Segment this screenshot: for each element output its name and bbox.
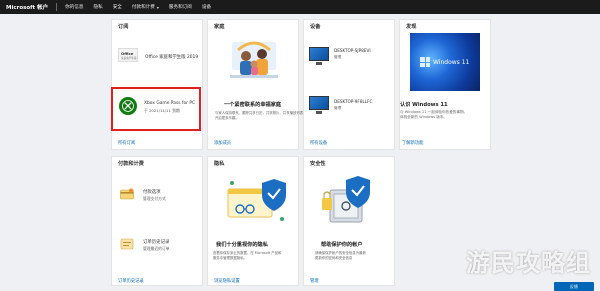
manage-security-link[interactable]: 管理	[310, 278, 319, 284]
payment-options-title[interactable]: 付款选项	[143, 189, 161, 195]
privacy-illustration	[227, 179, 286, 221]
learn-new-features-link[interactable]: 了解新功能	[402, 140, 423, 146]
windows11-banner[interactable]: Windows 11	[410, 33, 480, 91]
top-nav-bar: Microsoft 帐户 你的信息 隐私 安全 付款和计费 ▾ 服务和订阅 设备	[0, 0, 600, 14]
family-illustration	[230, 41, 278, 78]
order-history-sub: 管理最近的订单	[143, 246, 170, 251]
devices-card: 设备	[303, 19, 395, 150]
windows-logo-icon	[420, 57, 430, 67]
site-watermark: 游民攻略组	[466, 249, 591, 277]
all-devices-link[interactable]: 所有设备	[310, 140, 327, 146]
office-subscription-name[interactable]: Office 家庭和学生版 2019	[145, 54, 198, 60]
add-member-link[interactable]: 添加成员	[214, 140, 231, 146]
security-illustration	[322, 176, 370, 223]
nav-services-subscriptions[interactable]: 服务和订阅	[169, 4, 192, 10]
card-title: 订阅	[118, 24, 129, 30]
chevron-down-icon: ▾	[156, 4, 159, 10]
credit-card-icon	[120, 188, 134, 200]
card-title: 家庭	[214, 24, 225, 30]
order-history-title[interactable]: 订单历史记录	[143, 239, 169, 245]
nav-your-info[interactable]: 你的信息	[65, 4, 83, 10]
order-history-link[interactable]: 订单历史记录	[118, 278, 144, 284]
feedback-button[interactable]: 反馈	[554, 282, 594, 291]
nav-devices[interactable]: 设备	[202, 4, 211, 10]
windows11-banner-text: Windows 11	[433, 59, 470, 66]
nav-separator	[56, 3, 58, 11]
family-description-line2: 开启更多乐趣。	[215, 116, 239, 120]
nav-payment-billing-label: 付款和计费	[131, 5, 155, 10]
privacy-description-line2: 服务中管理数据隐私。	[213, 256, 247, 260]
monitor-stand	[316, 62, 322, 65]
nav-privacy[interactable]: 隐私	[94, 4, 103, 10]
xbox-subscription-status: 于 2021/11/11 到期	[144, 108, 180, 113]
office-thumb-sub: 家庭和学生版	[121, 57, 137, 60]
device-name[interactable]: DESKTOP-SJP8EVI	[334, 48, 371, 53]
nav-payment-billing[interactable]: 付款和计费 ▾	[131, 4, 159, 11]
card-title: 安全性	[310, 161, 326, 167]
card-title: 发现	[406, 24, 417, 30]
privacy-settings-link[interactable]: 浏览隐私设置	[214, 278, 240, 284]
card-title: 付款和计费	[118, 161, 144, 167]
discover-heading: 认识 Windows 11	[400, 102, 448, 108]
security-heading: 帮助保护你的帐户	[321, 242, 363, 248]
device-manage-link[interactable]: 管理	[334, 106, 341, 111]
device-manage-link[interactable]: 管理	[334, 55, 341, 60]
feedback-label: 反馈	[570, 283, 578, 289]
security-description-line2: 更新你的密码和安全信息	[315, 256, 353, 260]
card-title: 设备	[310, 24, 321, 30]
payment-billing-card: 付款和计费	[111, 156, 203, 286]
xbox-icon	[119, 97, 137, 115]
nav-security[interactable]: 安全	[113, 4, 122, 10]
xbox-glyph	[122, 100, 134, 112]
desktop-monitor-icon	[309, 47, 329, 61]
all-subscriptions-link[interactable]: 所有订阅	[118, 140, 135, 146]
monitor-stand	[316, 111, 322, 114]
device-name[interactable]: DESKTOP-9F8LLFC	[334, 99, 372, 104]
office-product-thumbnail: Office 家庭和学生版	[118, 48, 138, 62]
brand-title[interactable]: Microsoft 帐户	[6, 3, 48, 11]
family-heading: 一个紧密联系的幸福家庭	[224, 102, 282, 108]
discover-description-line2: 体验全新的 Windows 版本。	[400, 115, 448, 119]
privacy-heading: 我们十分重视你的隐私	[216, 242, 268, 248]
desktop-monitor-icon	[309, 96, 329, 110]
xbox-subscription-name[interactable]: Xbox Game Pass for PC	[144, 101, 195, 106]
card-title: 隐私	[214, 161, 225, 167]
order-history-icon	[120, 238, 134, 250]
payment-options-sub: 管理支付方式	[143, 196, 166, 201]
